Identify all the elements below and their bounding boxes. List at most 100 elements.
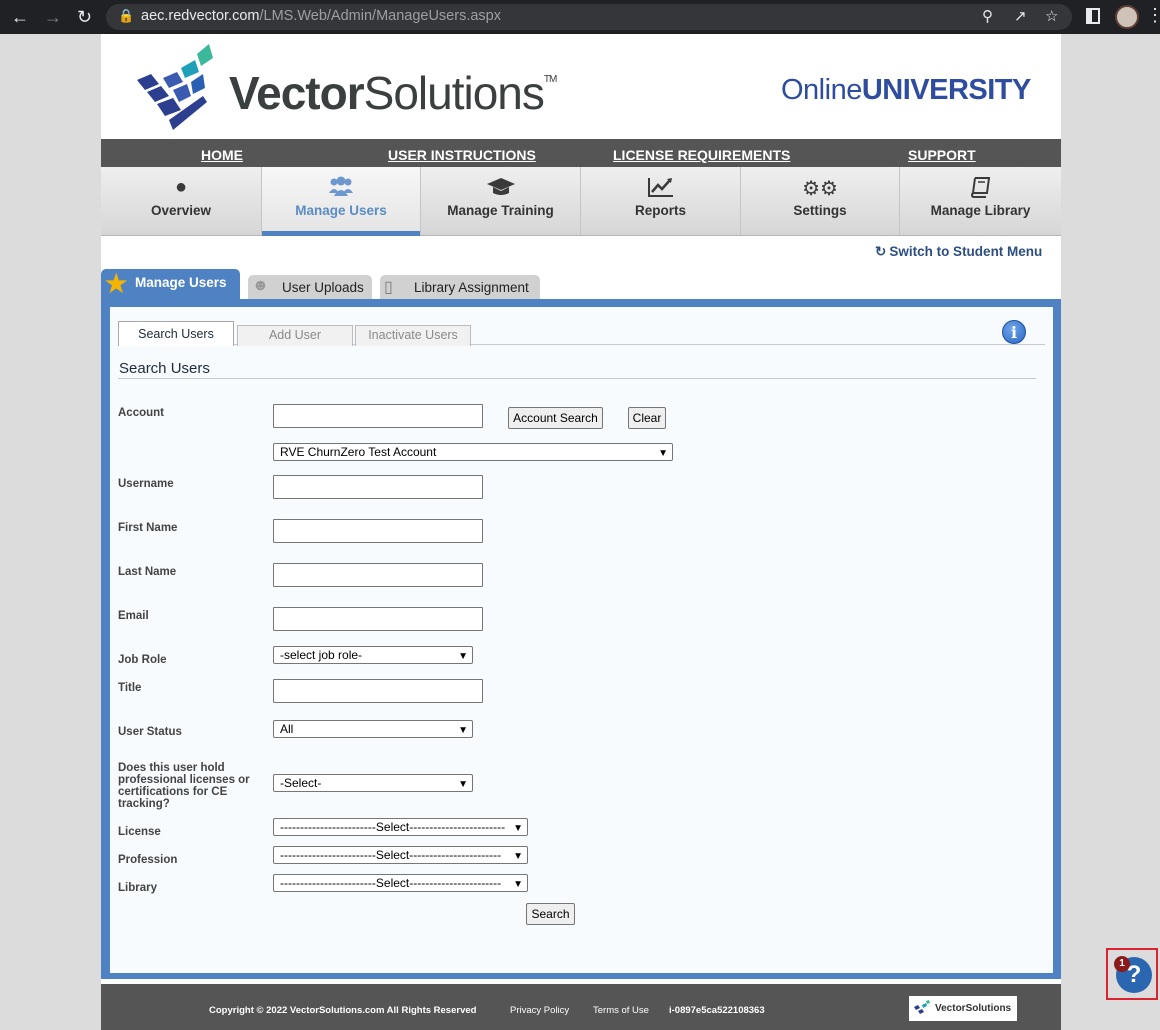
profession-label: Profession (118, 854, 178, 866)
clear-button[interactable]: Clear (628, 407, 666, 429)
chevron-down-icon: ▼ (458, 725, 468, 736)
email-input[interactable] (273, 607, 483, 631)
nav-manage-library[interactable]: Manage Library (900, 167, 1061, 235)
tab-library-assignment[interactable]: ▯ Library Assignment (380, 275, 540, 299)
user-instructions-link[interactable]: USER INSTRUCTIONS (388, 147, 536, 163)
line-chart-icon (581, 176, 740, 198)
footer: Copyright © 2022 VectorSolutions.com All… (101, 984, 1061, 1030)
subtab-inactivate-users[interactable]: Inactivate Users (355, 325, 471, 346)
url-text[interactable]: aec.redvector.com/LMS.Web/Admin/ManageUs… (141, 8, 501, 24)
switch-label: Switch to Student Menu (889, 244, 1043, 259)
menu-icon[interactable]: ⋮ (1146, 5, 1160, 26)
tab-manage-users[interactable]: ★ Manage Users (101, 269, 240, 299)
nav-manage-users[interactable]: Manage Users (262, 167, 421, 236)
user-status-select-value: All (280, 722, 294, 736)
instance-id: i-0897e5ca522108363 (669, 1005, 765, 1016)
subtabs: Search Users Add User Inactivate Users (118, 319, 1045, 346)
book-icon (900, 176, 1061, 198)
page-background-right (1061, 34, 1160, 1030)
nav-manage-training-label: Manage Training (447, 203, 554, 218)
back-arrow-icon[interactable]: ← (11, 6, 29, 28)
first-name-input[interactable] (273, 519, 483, 543)
chevron-down-icon: ▼ (513, 823, 523, 834)
brand-name: VectorSolutionsTM (229, 67, 557, 119)
nav-manage-training[interactable]: Manage Training (421, 167, 581, 235)
nav-overview[interactable]: ● Overview (101, 167, 262, 235)
account-search-button[interactable]: Account Search (508, 407, 603, 429)
tab-user-uploads[interactable]: ☻ User Uploads (248, 275, 372, 299)
library-select[interactable]: ------------------------Select----------… (273, 874, 528, 892)
profession-select-value: ------------------------Select----------… (280, 848, 502, 862)
switch-to-student-menu-link[interactable]: ↻ Switch to Student Menu (875, 244, 1042, 260)
side-panel-icon[interactable] (1086, 8, 1100, 24)
page: VectorSolutionsTM OnlineUNIVERSITY HOME … (101, 34, 1061, 1030)
search-button[interactable]: Search (526, 903, 575, 925)
profession-select[interactable]: ------------------------Select----------… (273, 846, 528, 864)
browser-toolbar: ← → ↻ 🔒 aec.redvector.com/LMS.Web/Admin/… (0, 0, 1160, 34)
url-host: aec.redvector.com (141, 8, 260, 24)
account-label: Account (118, 407, 164, 419)
footer-logo: VectorSolutions (909, 996, 1017, 1021)
graduation-cap-icon (421, 176, 580, 198)
chevron-down-icon: ▼ (513, 879, 523, 890)
chevron-down-icon: ▼ (658, 448, 668, 459)
license-label: License (118, 826, 161, 838)
chevron-down-icon: ▼ (513, 851, 523, 862)
support-link[interactable]: SUPPORT (908, 147, 976, 163)
nav-settings[interactable]: ⚙⚙ Settings (741, 167, 900, 235)
license-requirements-link[interactable]: LICENSE REQUIREMENTS (613, 147, 790, 163)
users-upload-icon: ☻ (252, 277, 269, 294)
title-label: Title (118, 682, 142, 694)
vector-solutions-logo[interactable]: VectorSolutionsTM (133, 40, 557, 132)
licenses-select-value: -Select- (280, 776, 322, 790)
nav-reports[interactable]: Reports (581, 167, 741, 235)
nav-manage-users-label: Manage Users (295, 203, 387, 218)
privacy-policy-link[interactable]: Privacy Policy (510, 1005, 569, 1016)
first-name-label: First Name (118, 522, 178, 534)
manage-users-panel: Search Users Add User Inactivate Users i… (101, 299, 1061, 979)
top-navigation: HOME USER INSTRUCTIONS LICENSE REQUIREME… (101, 139, 1061, 167)
tab-user-uploads-label: User Uploads (282, 280, 364, 295)
lock-icon[interactable]: 🔒 (118, 8, 134, 24)
url-path: /LMS.Web/Admin/ManageUsers.aspx (259, 8, 501, 24)
library-label: Library (118, 882, 157, 894)
main-navigation: ● Overview Manage Users Manage Training … (101, 167, 1061, 236)
license-select[interactable]: ------------------------Select----------… (273, 818, 528, 836)
user-status-label: User Status (118, 726, 182, 738)
job-role-select[interactable]: -select job role- ▼ (273, 646, 473, 664)
licenses-question-label: Does this user hold professional license… (118, 762, 250, 810)
subtab-search-users[interactable]: Search Users (118, 321, 234, 346)
footer-logo-text: VectorSolutions (935, 1003, 1012, 1014)
key-icon[interactable]: ⚲ (982, 7, 993, 25)
notification-badge: 1 (1114, 956, 1130, 972)
share-icon[interactable]: ↗ (1014, 7, 1027, 25)
forward-arrow-icon[interactable]: → (44, 6, 62, 28)
chevron-down-icon: ▼ (458, 779, 468, 790)
logo-mark-icon (914, 1000, 930, 1014)
star-badge-icon: ★ (105, 270, 128, 298)
info-icon[interactable]: i (1002, 320, 1026, 344)
last-name-label: Last Name (118, 566, 177, 578)
section-title: Search Users (118, 360, 1036, 379)
nav-manage-library-label: Manage Library (930, 203, 1031, 218)
reload-icon[interactable]: ↻ (77, 6, 92, 28)
subtab-add-user[interactable]: Add User (237, 325, 353, 346)
title-input[interactable] (273, 679, 483, 703)
document-icon: ▯ (384, 279, 393, 296)
username-input[interactable] (273, 475, 483, 499)
terms-of-use-link[interactable]: Terms of Use (593, 1005, 649, 1016)
home-link[interactable]: HOME (201, 147, 243, 163)
email-label: Email (118, 610, 149, 622)
profile-avatar[interactable] (1115, 5, 1139, 29)
last-name-input[interactable] (273, 563, 483, 587)
tab-library-assignment-label: Library Assignment (414, 280, 529, 295)
licenses-select[interactable]: -Select- ▼ (273, 774, 473, 792)
chevron-down-icon: ▼ (458, 651, 468, 662)
user-status-select[interactable]: All ▼ (273, 720, 473, 738)
account-input[interactable] (273, 404, 483, 428)
address-bar[interactable]: 🔒 aec.redvector.com/LMS.Web/Admin/Manage… (106, 4, 1072, 30)
nav-overview-label: Overview (150, 203, 212, 218)
panel-content: Search Users Add User Inactivate Users i… (110, 307, 1053, 973)
star-icon[interactable]: ☆ (1045, 7, 1058, 25)
account-select[interactable]: RVE ChurnZero Test Account ▼ (273, 443, 673, 461)
